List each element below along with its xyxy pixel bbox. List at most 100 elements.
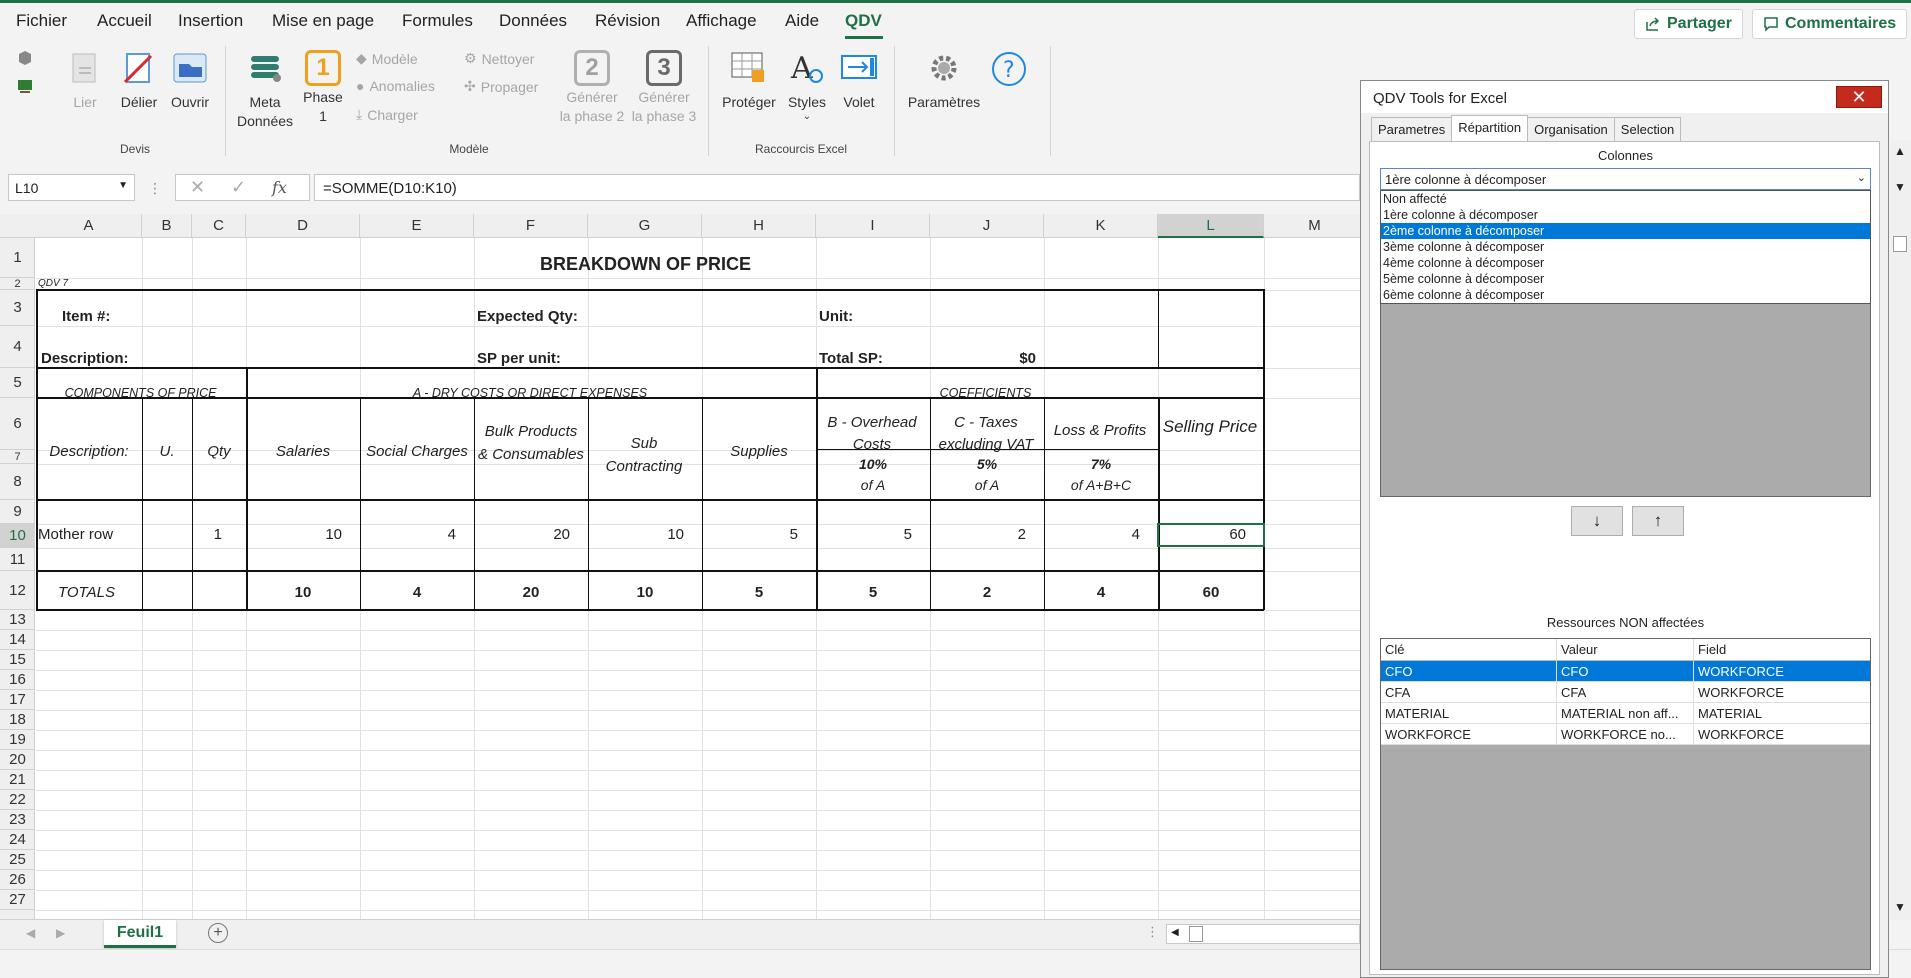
col-header[interactable]: E: [360, 214, 474, 238]
help-icon[interactable]: ?: [990, 50, 1028, 88]
prev-sheet-icon[interactable]: ◀: [26, 926, 35, 940]
scroll-down-icon[interactable]: ▼: [1894, 900, 1906, 914]
lier-button[interactable]: Lier: [64, 50, 106, 112]
hdr-salaries[interactable]: Salaries: [246, 443, 360, 460]
table-row[interactable]: CFA CFA WORKFORCE: [1381, 682, 1870, 703]
col-header[interactable]: H: [702, 214, 816, 238]
row-header[interactable]: 9: [0, 500, 35, 524]
close-button[interactable]: ✕: [1836, 86, 1882, 108]
modele-button[interactable]: ◆ Modèle: [356, 50, 418, 67]
dropdown-option[interactable]: 3ème colonne à décomposer: [1381, 239, 1870, 255]
menu-donnees[interactable]: Données: [499, 11, 567, 31]
parametres-button[interactable]: Paramètres: [904, 50, 984, 112]
scroll-thumb[interactable]: [1189, 926, 1203, 942]
total-social[interactable]: 4: [360, 584, 474, 601]
check-icon[interactable]: ✓: [231, 177, 246, 198]
sp-per-unit-label[interactable]: SP per unit:: [477, 350, 561, 367]
pct-loss[interactable]: 7%: [1044, 456, 1158, 472]
qdv7-label[interactable]: QDV 7: [38, 278, 68, 289]
generer-phase3-button[interactable]: 3 Générer la phase 3: [628, 50, 700, 126]
chevron-down-icon[interactable]: ▼: [118, 180, 128, 191]
description-label[interactable]: Description:: [41, 350, 129, 367]
menu-affichage[interactable]: Affichage: [686, 11, 757, 31]
total-overhead[interactable]: 5: [816, 584, 930, 601]
col-header[interactable]: M: [1264, 214, 1360, 238]
menu-fichier[interactable]: Fichier: [16, 11, 67, 31]
row-header[interactable]: 12: [0, 571, 35, 610]
row-header[interactable]: 17: [0, 690, 35, 710]
mother-salaries[interactable]: 10: [246, 526, 342, 543]
tab-parametres[interactable]: Parametres: [1371, 117, 1453, 141]
dropdown-option[interactable]: 6ème colonne à décomposer: [1381, 287, 1870, 303]
menu-formules[interactable]: Formules: [402, 11, 473, 31]
total-loss[interactable]: 4: [1044, 584, 1158, 601]
table-row[interactable]: WORKFORCE WORKFORCE no... WORKFORCE: [1381, 724, 1870, 745]
mother-overhead[interactable]: 5: [816, 526, 912, 543]
next-sheet-icon[interactable]: ▶: [56, 926, 65, 940]
row-header[interactable]: 24: [0, 830, 35, 850]
pct-taxes[interactable]: 5%: [930, 456, 1044, 472]
total-bulk[interactable]: 20: [474, 584, 588, 601]
hdr-u[interactable]: U.: [142, 443, 192, 460]
sheet-tab-feuil1[interactable]: Feuil1: [104, 920, 176, 948]
hdr-overhead[interactable]: B - Overhead Costs: [818, 412, 926, 456]
tab-selection[interactable]: Selection: [1613, 117, 1682, 141]
add-sheet-icon[interactable]: +: [208, 923, 228, 943]
scroll-down-icon[interactable]: ▼: [1894, 180, 1906, 194]
col-header[interactable]: B: [142, 214, 192, 238]
sheet-title[interactable]: BREAKDOWN OF PRICE: [540, 254, 751, 275]
components-header[interactable]: COMPONENTS OF PRICE: [36, 386, 245, 400]
row-header[interactable]: 16: [0, 670, 35, 690]
grid-col-field[interactable]: Field: [1694, 639, 1870, 660]
more-icon[interactable]: ⋮: [148, 180, 162, 197]
col-header[interactable]: L: [1158, 214, 1264, 238]
col-header[interactable]: K: [1044, 214, 1158, 238]
ouvrir-button[interactable]: Ouvrir: [168, 50, 212, 112]
generer-phase2-button[interactable]: 2 Générer la phase 2: [556, 50, 628, 126]
of-loss[interactable]: of A+B+C: [1044, 477, 1158, 493]
mother-loss[interactable]: 4: [1044, 526, 1140, 543]
dropdown-option[interactable]: 1ère colonne à décomposer: [1381, 207, 1870, 223]
expected-qty-label[interactable]: Expected Qty:: [477, 308, 578, 325]
mother-supplies[interactable]: 5: [702, 526, 798, 543]
nettoyer-button[interactable]: ⚙ Nettoyer: [464, 50, 534, 67]
tab-repartition[interactable]: Répartition: [1451, 115, 1529, 141]
total-selling[interactable]: 60: [1158, 584, 1264, 601]
col-header[interactable]: J: [930, 214, 1044, 238]
menu-mise-en-page[interactable]: Mise en page: [272, 11, 374, 31]
row-header[interactable]: 2: [0, 278, 35, 290]
insert-function-button[interactable]: fx: [272, 178, 287, 197]
col-header[interactable]: A: [36, 214, 142, 238]
charger-button[interactable]: ⤓ Charger: [356, 106, 418, 123]
row-header[interactable]: 22: [0, 790, 35, 810]
sheet-body[interactable]: ABCDEFGHIJKLM 1 2 3 4 5 6 7 8 9 10 11 12 13 14 15 16 17 1…: [0, 214, 1360, 919]
grid-col-cle[interactable]: Clé: [1381, 639, 1557, 660]
hdr-description[interactable]: Description:: [36, 443, 142, 460]
col-header[interactable]: C: [192, 214, 246, 238]
menu-accueil[interactable]: Accueil: [97, 11, 152, 31]
row-header[interactable]: 15: [0, 650, 35, 670]
mother-row-label[interactable]: Mother row: [38, 526, 113, 543]
menu-insertion[interactable]: Insertion: [178, 11, 243, 31]
row-header[interactable]: 23: [0, 810, 35, 830]
phase1-button[interactable]: 1 Phase 1: [300, 50, 346, 126]
meta-donnees-button[interactable]: Meta Données: [234, 50, 296, 131]
total-supplies[interactable]: 5: [702, 584, 816, 601]
scroll-left-icon[interactable]: ◀: [1171, 927, 1179, 938]
grid-col-valeur[interactable]: Valeur: [1557, 639, 1694, 660]
anomalies-button[interactable]: ● Anomalies: [356, 78, 435, 94]
row-header[interactable]: 25: [0, 850, 35, 870]
chevron-down-icon[interactable]: ⌄: [1857, 171, 1866, 184]
mother-qty[interactable]: 1: [192, 526, 222, 543]
more-icon[interactable]: ⋮: [1146, 924, 1159, 940]
col-header[interactable]: F: [474, 214, 588, 238]
scroll-up-icon[interactable]: ▲: [1894, 144, 1906, 158]
row-header[interactable]: 5: [0, 368, 35, 398]
totals-label[interactable]: TOTALS: [58, 584, 115, 601]
row-header[interactable]: 19: [0, 730, 35, 750]
hdr-social-charges[interactable]: Social Charges: [360, 443, 474, 460]
column-select[interactable]: 1ère colonne à décomposer ⌄: [1380, 168, 1871, 190]
menu-aide[interactable]: Aide: [785, 11, 819, 31]
row-header[interactable]: 11: [0, 548, 35, 571]
col-header[interactable]: I: [816, 214, 930, 238]
